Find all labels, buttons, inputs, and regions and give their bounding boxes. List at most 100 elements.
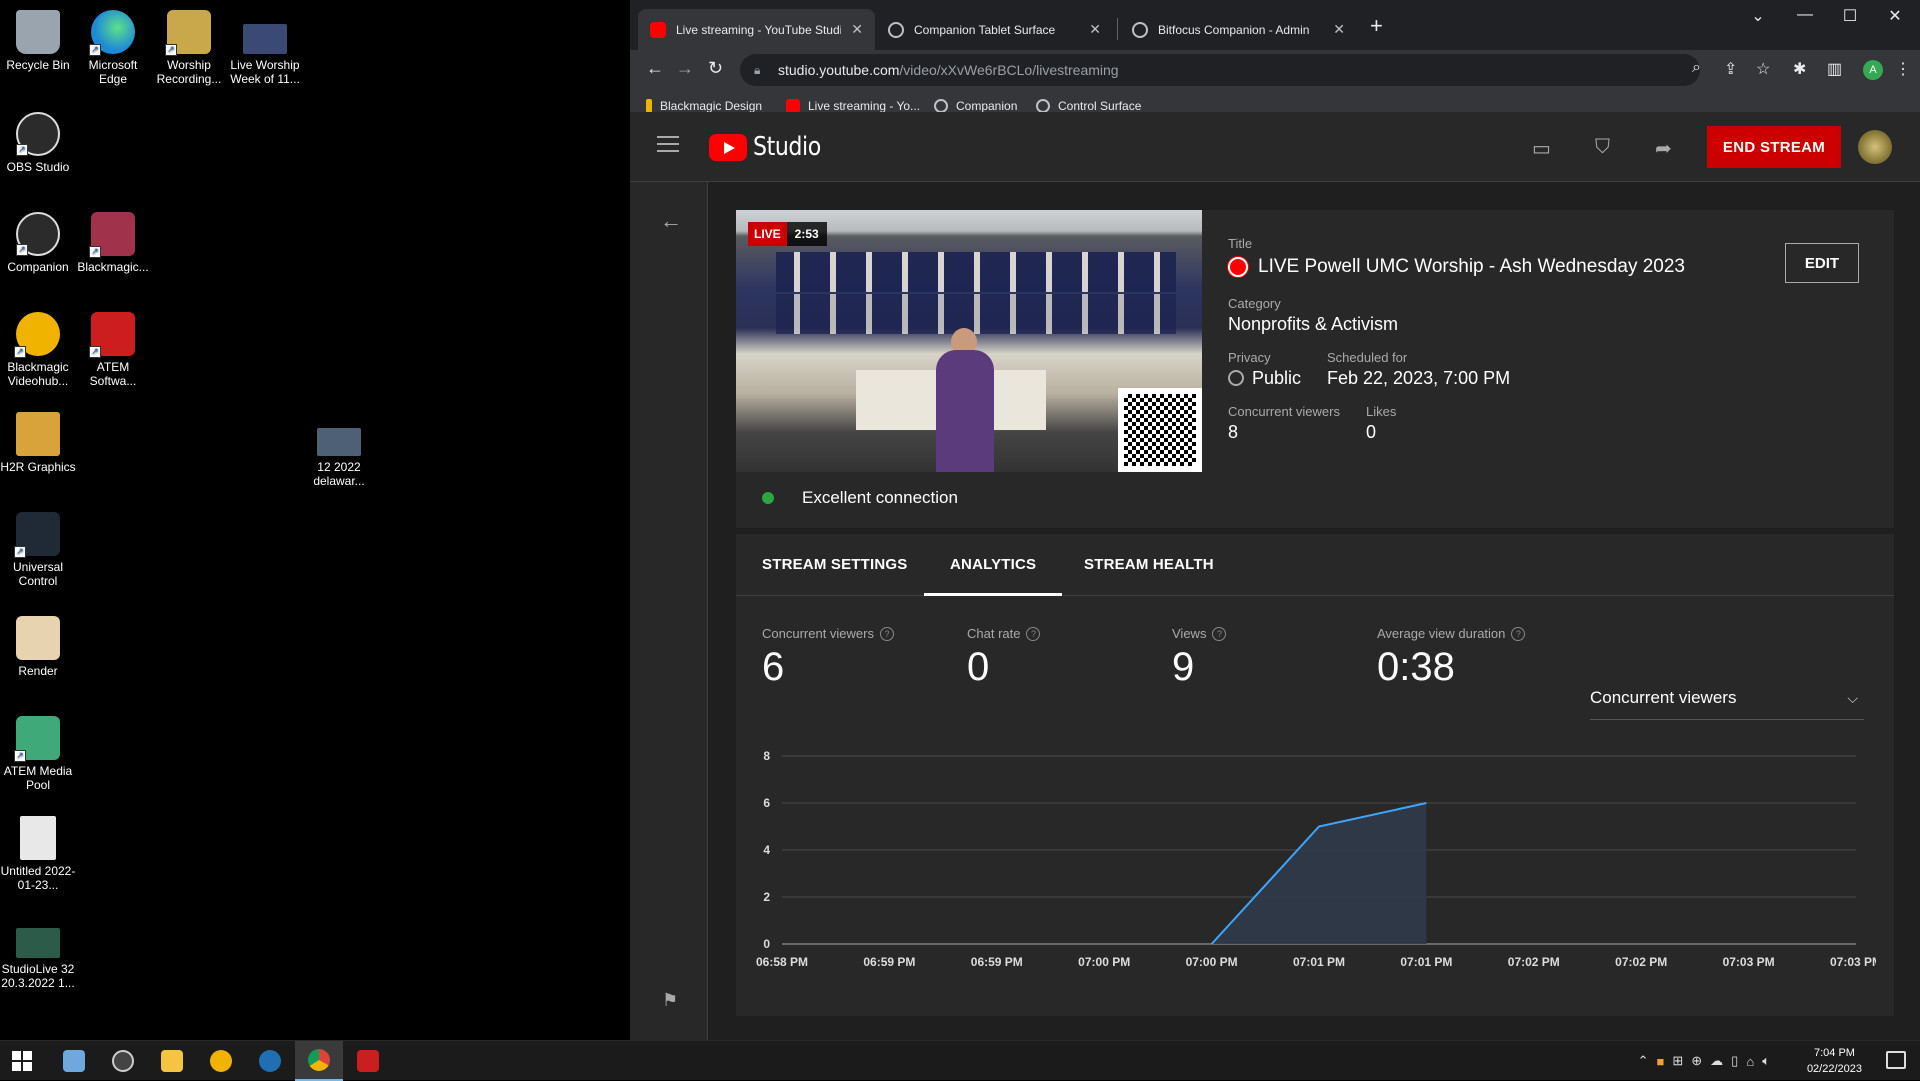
category-value: Nonprofits & Activism <box>1228 314 1398 335</box>
tray-cloud-icon[interactable]: ☁ <box>1710 1053 1723 1069</box>
help-icon[interactable]: ? <box>1026 627 1040 641</box>
tray-usb-icon[interactable]: ▯ <box>1731 1053 1738 1069</box>
bookmark-star-icon[interactable]: ☆ <box>1756 59 1770 79</box>
desktop-icon-atem-media-pool[interactable]: ↗ ATEM Media Pool <box>0 712 76 792</box>
tray-volume-icon[interactable]: 🔈︎ <box>1762 1053 1770 1069</box>
close-tab-icon[interactable]: ✕ <box>1333 21 1345 38</box>
menu-dots-icon[interactable]: ⋮ <box>1895 59 1911 79</box>
desktop-icon-universal-control[interactable]: ↗ Universal Control <box>0 508 76 588</box>
title-label: Title <box>1228 236 1252 251</box>
tab-companion-tablet[interactable]: Companion Tablet Surface ✕ <box>876 9 1113 50</box>
desktop-icon-studiolive[interactable]: StudioLive 32 20.3.2022 1... <box>0 924 76 990</box>
help-icon[interactable]: ? <box>1511 627 1525 641</box>
desktop-icon-atem-software[interactable]: ↗ ATEM Softwa... <box>75 308 151 388</box>
tray-app-icon[interactable]: ■ <box>1657 1054 1665 1069</box>
close-window-button[interactable]: ✕ <box>1875 6 1915 26</box>
help-icon[interactable]: ? <box>1212 627 1226 641</box>
tray-wifi-icon[interactable]: ⌂ <box>1746 1054 1754 1069</box>
globe-icon <box>1132 22 1148 38</box>
taskbar-chrome[interactable] <box>295 1041 343 1081</box>
back-arrow-icon[interactable]: ← <box>646 58 664 79</box>
likes-label: Likes <box>1366 404 1396 419</box>
tab-bitfocus-admin[interactable]: Bitfocus Companion - Admin ✕ <box>1120 9 1357 50</box>
tray-globe-icon[interactable]: ⊕ <box>1691 1053 1702 1069</box>
hamburger-menu-icon[interactable] <box>657 136 679 154</box>
blackmagic-icon: ↗ <box>91 212 135 256</box>
globe-icon <box>934 99 948 113</box>
universal-control-icon: ↗ <box>16 512 60 556</box>
reload-icon[interactable]: ↻ <box>708 58 723 79</box>
desktop-icon-blackmagic[interactable]: ↗ Blackmagic... <box>75 208 151 274</box>
chevron-up-icon[interactable]: ⌃ <box>1638 1053 1649 1069</box>
chart-x-tick-label: 07:01 PM <box>1293 955 1345 969</box>
address-bar[interactable]: 🔒︎ studio.youtube.com/video/xXvWe6rBCLo/… <box>740 54 1700 86</box>
desktop-icon-videohub[interactable]: ↗ Blackmagic Videohub... <box>0 308 76 388</box>
taskbar-file-manager[interactable] <box>50 1041 98 1081</box>
blackmagic-icon <box>646 99 652 113</box>
help-icon[interactable]: ? <box>880 627 894 641</box>
desktop-icon-h2r-graphics[interactable]: H2R Graphics <box>0 408 76 474</box>
left-rail: ← ⚑ <box>630 182 708 1040</box>
stream-preview[interactable]: LIVE 2:53 <box>736 210 1202 472</box>
side-panel-icon[interactable]: ▥ <box>1827 59 1842 79</box>
tab-stream-health[interactable]: STREAM HEALTH <box>1058 534 1240 596</box>
taskbar-clock[interactable]: 7:04 PM 02/22/2023 <box>1807 1045 1862 1077</box>
bookmark-companion[interactable]: Companion <box>934 99 1017 113</box>
windows-start-icon[interactable] <box>12 1051 32 1071</box>
close-tab-icon[interactable]: ✕ <box>1089 21 1101 38</box>
desktop-icon-obs[interactable]: ↗ OBS Studio <box>0 108 76 174</box>
status-dot-icon <box>762 492 774 504</box>
privacy-value: Public <box>1228 368 1301 389</box>
feedback-icon[interactable]: ⚑ <box>662 990 678 1011</box>
concurrent-viewers-label: Concurrent viewers <box>1228 404 1340 419</box>
end-stream-button[interactable]: END STREAM <box>1707 126 1841 168</box>
desktop-icon-live-worship[interactable]: Live Worship Week of 11... <box>227 6 303 86</box>
notification-icon[interactable] <box>1886 1051 1906 1069</box>
tab-analytics[interactable]: ANALYTICS <box>924 534 1062 596</box>
taskbar-explorer[interactable] <box>148 1041 196 1081</box>
taskbar-atem[interactable] <box>344 1041 392 1081</box>
desktop-icon-companion[interactable]: ↗ Companion <box>0 208 76 274</box>
forward-arrow-icon[interactable]: → <box>676 58 694 79</box>
extensions-icon[interactable]: ✱ <box>1793 59 1806 79</box>
taskbar-obs[interactable] <box>99 1041 147 1081</box>
browser-window: Live streaming - YouTube Studio ✕ Compan… <box>630 0 1920 1040</box>
desktop-icon-worship-recording[interactable]: ↗ Worship Recording... <box>151 6 227 86</box>
clapperboard-icon[interactable]: ▭ <box>1532 136 1551 161</box>
live-record-icon <box>1228 257 1248 277</box>
new-tab-button[interactable]: + <box>1370 13 1383 39</box>
stream-summary-card: LIVE 2:53 Excellent connection Title LIV… <box>736 210 1894 528</box>
edit-button[interactable]: EDIT <box>1785 243 1859 283</box>
category-label: Category <box>1228 296 1281 311</box>
bookmark-control-surface[interactable]: Control Surface <box>1036 99 1141 113</box>
desktop-icon-delaware-video[interactable]: 12 2022 delawar... <box>301 418 377 488</box>
close-tab-icon[interactable]: ✕ <box>851 21 863 38</box>
bookmark-icon[interactable]: ⛉ <box>1595 136 1610 159</box>
bookmark-blackmagic[interactable]: Blackmagic Design <box>646 99 762 113</box>
share-arrow-icon[interactable]: ➦ <box>1655 136 1672 161</box>
maximize-button[interactable]: ☐ <box>1830 6 1870 26</box>
preview-choir <box>776 252 1176 292</box>
back-arrow-icon[interactable]: ← <box>660 208 682 234</box>
desktop-icon-recycle-bin[interactable]: Recycle Bin <box>0 6 76 72</box>
videohub-icon: ↗ <box>16 312 60 356</box>
metric-dropdown[interactable]: Concurrent viewers ⌵ <box>1590 688 1864 720</box>
bookmark-live-streaming[interactable]: Live streaming - Yo... <box>786 99 920 113</box>
zoom-icon[interactable]: ⌕ <box>1692 59 1701 77</box>
tab-search-icon[interactable]: ⌄ <box>1738 6 1778 26</box>
channel-avatar[interactable] <box>1858 130 1892 164</box>
desktop-icon-render[interactable]: Render <box>0 612 76 678</box>
minimize-button[interactable]: — <box>1785 6 1825 24</box>
tab-stream-settings[interactable]: STREAM SETTINGS <box>736 534 934 596</box>
tab-youtube-studio[interactable]: Live streaming - YouTube Studio ✕ <box>638 9 875 50</box>
profile-avatar[interactable]: A <box>1863 60 1883 80</box>
desktop-icon-untitled[interactable]: Untitled 2022-01-23... <box>0 812 76 892</box>
taskbar-universal-control[interactable] <box>246 1041 294 1081</box>
share-icon[interactable]: ⇪ <box>1724 59 1737 79</box>
desktop-icon-edge[interactable]: ↗ Microsoft Edge <box>75 6 151 86</box>
tray-network-icon[interactable]: ⊞ <box>1672 1053 1683 1069</box>
youtube-studio-logo[interactable]: Studio <box>709 132 833 162</box>
taskbar-videohub[interactable] <box>197 1041 245 1081</box>
globe-icon <box>1228 370 1244 386</box>
windows-taskbar: ⌃ ■ ⊞ ⊕ ☁ ▯ ⌂ 🔈︎ 7:04 PM 02/22/2023 <box>0 1040 1920 1080</box>
